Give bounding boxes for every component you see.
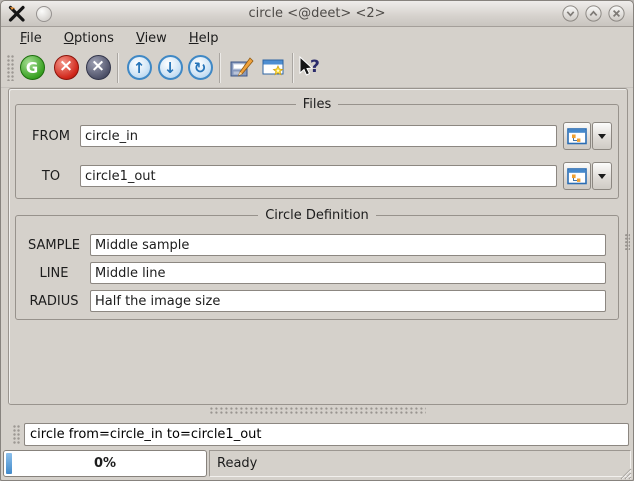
to-browse-button[interactable] xyxy=(563,162,591,190)
menu-options[interactable]: Options xyxy=(56,30,122,47)
stop-icon: × xyxy=(54,55,79,80)
line-label: LINE xyxy=(22,266,86,281)
arrow-down-icon: ↓ xyxy=(158,55,183,80)
files-group: Files FROM TO xyxy=(15,97,619,199)
command-line-input[interactable] xyxy=(24,423,629,446)
from-history-dropdown[interactable] xyxy=(592,122,612,150)
toolbar-separator xyxy=(219,53,221,83)
to-row: TO xyxy=(22,161,612,191)
from-browse-button[interactable] xyxy=(563,122,591,150)
stop-button[interactable]: × xyxy=(52,54,80,82)
circle-definition-legend: Circle Definition xyxy=(258,208,376,223)
menu-help[interactable]: Help xyxy=(181,30,227,47)
new-log-window-button[interactable] xyxy=(259,54,287,82)
to-label: TO xyxy=(22,169,80,184)
status-message: Ready xyxy=(217,456,257,471)
resize-grip[interactable] xyxy=(618,466,632,480)
app-window: circle <@deet> <2> File Options View Hel… xyxy=(0,0,634,481)
status-message-panel: Ready xyxy=(209,450,631,477)
x11-logo-icon[interactable] xyxy=(7,5,27,23)
window-title: circle <@deet> <2> xyxy=(1,6,633,21)
progress-percent-label: 0% xyxy=(4,456,206,471)
line-row: LINE xyxy=(22,261,612,285)
radius-label: RADIUS xyxy=(22,294,86,309)
redo-button[interactable]: ↻ xyxy=(186,54,214,82)
toolbar-drag-handle[interactable] xyxy=(7,55,15,81)
run-button[interactable]: G xyxy=(18,54,46,82)
toolbar: G × × ↑ ↓ ↻ xyxy=(1,48,633,88)
panel-splitter-handle[interactable] xyxy=(625,234,630,250)
scroll-down-button[interactable]: ↓ xyxy=(156,54,184,82)
scroll-up-button[interactable]: ↑ xyxy=(125,54,153,82)
line-input[interactable] xyxy=(90,262,606,284)
from-row: FROM xyxy=(22,121,612,151)
caret-down-icon xyxy=(598,174,606,179)
exit-icon: × xyxy=(86,55,111,80)
file-browser-icon xyxy=(567,168,587,185)
arrow-up-icon: ↑ xyxy=(127,55,152,80)
minimize-button[interactable] xyxy=(562,5,579,22)
progress-bar: 0% xyxy=(3,450,207,477)
titlebar[interactable]: circle <@deet> <2> xyxy=(1,1,633,27)
redo-icon: ↻ xyxy=(188,55,213,80)
sample-input[interactable] xyxy=(90,234,606,256)
toolbar-separator xyxy=(117,53,119,83)
run-icon: G xyxy=(20,55,45,80)
menu-file[interactable]: File xyxy=(12,30,50,47)
file-browser-icon xyxy=(567,128,587,145)
new-window-icon xyxy=(261,56,286,79)
sample-row: SAMPLE xyxy=(22,233,612,257)
status-bar: 0% Ready xyxy=(1,449,633,481)
parameters-panel: Files FROM TO xyxy=(8,88,628,405)
sticky-button[interactable] xyxy=(36,6,52,22)
exit-button[interactable]: × xyxy=(84,54,112,82)
command-bar-drag-handle[interactable] xyxy=(13,425,21,445)
context-help-button[interactable]: ? xyxy=(296,54,324,82)
menu-view[interactable]: View xyxy=(128,30,175,47)
to-input[interactable] xyxy=(80,165,557,187)
maximize-button[interactable] xyxy=(585,5,602,22)
caret-down-icon xyxy=(598,134,606,139)
help-pointer-icon: ? xyxy=(297,55,324,81)
toolbar-separator xyxy=(292,53,294,83)
svg-text:?: ? xyxy=(310,57,320,77)
from-input[interactable] xyxy=(80,125,557,147)
files-group-legend: Files xyxy=(296,97,339,112)
menu-bar: File Options View Help xyxy=(1,28,633,48)
from-label: FROM xyxy=(22,129,80,144)
edit-command-button[interactable] xyxy=(227,54,255,82)
edit-icon xyxy=(229,56,254,80)
radius-input[interactable] xyxy=(90,290,606,312)
radius-row: RADIUS xyxy=(22,289,612,313)
sample-label: SAMPLE xyxy=(22,238,86,253)
horizontal-splitter-handle[interactable] xyxy=(210,407,426,414)
circle-definition-group: Circle Definition SAMPLE LINE RADIUS xyxy=(15,208,619,320)
to-history-dropdown[interactable] xyxy=(592,162,612,190)
close-button[interactable] xyxy=(608,5,625,22)
